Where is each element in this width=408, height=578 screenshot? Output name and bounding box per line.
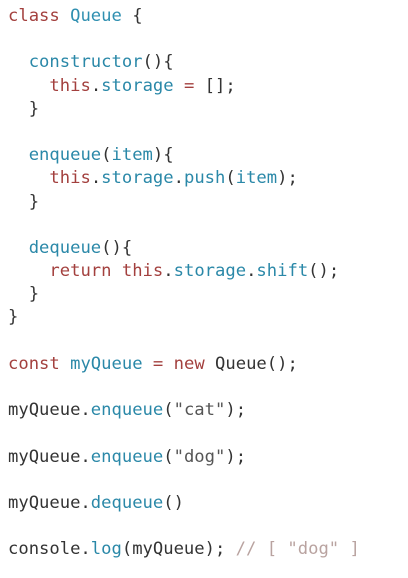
keyword-token: this bbox=[49, 168, 91, 189]
identifier-token: item bbox=[235, 168, 278, 189]
string-token: "cat" bbox=[173, 400, 226, 421]
plain-token: ); bbox=[225, 400, 247, 421]
identifier-token: dequeue bbox=[28, 237, 102, 258]
plain-token: ); bbox=[225, 446, 247, 467]
code-line: const myQueue = new Queue(); bbox=[8, 353, 360, 376]
code-line: } bbox=[8, 98, 360, 121]
code-line: constructor(){ bbox=[8, 51, 360, 74]
identifier-token: enqueue bbox=[28, 145, 102, 166]
plain-token: myQueue. bbox=[8, 492, 91, 513]
plain-token: console. bbox=[8, 539, 91, 560]
plain-token: . bbox=[173, 168, 184, 189]
code-line: enqueue(item){ bbox=[8, 144, 360, 167]
plain-token: (){ bbox=[142, 52, 174, 73]
keyword-token: this bbox=[121, 261, 164, 282]
identifier-token: storage bbox=[173, 261, 247, 282]
identifier-token: enqueue bbox=[90, 446, 164, 467]
plain-token: () bbox=[163, 492, 184, 513]
plain-token: ); bbox=[277, 168, 298, 189]
keyword-token: const bbox=[8, 353, 60, 374]
plain-token: . bbox=[163, 261, 174, 282]
plain-token: myQueue. bbox=[8, 400, 91, 421]
code-line: myQueue.enqueue("dog"); bbox=[8, 446, 360, 469]
code-line: this.storage = []; bbox=[8, 75, 360, 98]
identifier-token: log bbox=[90, 539, 122, 560]
keyword-token: class bbox=[8, 6, 60, 26]
identifier-token: myQueue bbox=[70, 353, 143, 374]
code-line: this.storage.push(item); bbox=[8, 167, 360, 190]
identifier-token: push bbox=[183, 168, 226, 189]
plain-token: . bbox=[90, 75, 102, 96]
keyword-token: = bbox=[183, 75, 195, 96]
identifier-token: storage bbox=[101, 75, 174, 96]
code-line: dequeue(){ bbox=[8, 237, 360, 260]
plain-token: (); bbox=[308, 261, 340, 282]
plain-token: ( bbox=[225, 168, 236, 189]
code-line: class Queue { bbox=[8, 5, 360, 28]
plain-token: (myQueue); bbox=[121, 539, 236, 560]
keyword-token: new bbox=[173, 353, 205, 374]
plain-token: ( bbox=[101, 145, 112, 166]
plain-token: } bbox=[8, 307, 19, 328]
plain-token: myQueue. bbox=[8, 446, 91, 467]
plain-token: Queue(); bbox=[204, 353, 298, 374]
code-line: console.log(myQueue); // [ "dog" ] bbox=[8, 538, 360, 561]
plain-token: ( bbox=[163, 446, 174, 467]
plain-token: ( bbox=[163, 400, 174, 421]
identifier-token: storage bbox=[101, 168, 174, 189]
code-line: myQueue.enqueue("cat"); bbox=[8, 399, 360, 422]
plain-token: []; bbox=[194, 75, 236, 96]
code-line: myQueue.dequeue() bbox=[8, 492, 360, 515]
string-token: "dog" bbox=[173, 446, 226, 467]
plain-token: { bbox=[121, 6, 143, 26]
plain-token: . bbox=[246, 261, 257, 282]
code-block: class Queue { constructor(){ this.storag… bbox=[8, 5, 360, 562]
code-line: } bbox=[8, 191, 360, 214]
keyword-token: this bbox=[49, 75, 91, 96]
plain-token: } bbox=[8, 284, 40, 305]
identifier-token: constructor bbox=[28, 52, 143, 73]
type-token: Queue bbox=[70, 6, 122, 26]
plain-token: } bbox=[8, 191, 40, 212]
plain-token: . bbox=[90, 168, 102, 189]
keyword-token: return bbox=[49, 261, 112, 282]
identifier-token: dequeue bbox=[90, 492, 164, 513]
identifier-token: enqueue bbox=[90, 400, 164, 421]
identifier-token: shift bbox=[256, 261, 309, 282]
code-line: return this.storage.shift(); bbox=[8, 260, 360, 283]
identifier-token: item bbox=[111, 145, 153, 166]
code-line: } bbox=[8, 283, 360, 306]
plain-token: ){ bbox=[152, 145, 174, 166]
keyword-token: = bbox=[152, 353, 164, 374]
code-line: } bbox=[8, 306, 360, 329]
plain-token: } bbox=[8, 98, 40, 119]
comment-token: // [ "dog" ] bbox=[235, 539, 360, 560]
plain-token: (){ bbox=[101, 237, 133, 258]
